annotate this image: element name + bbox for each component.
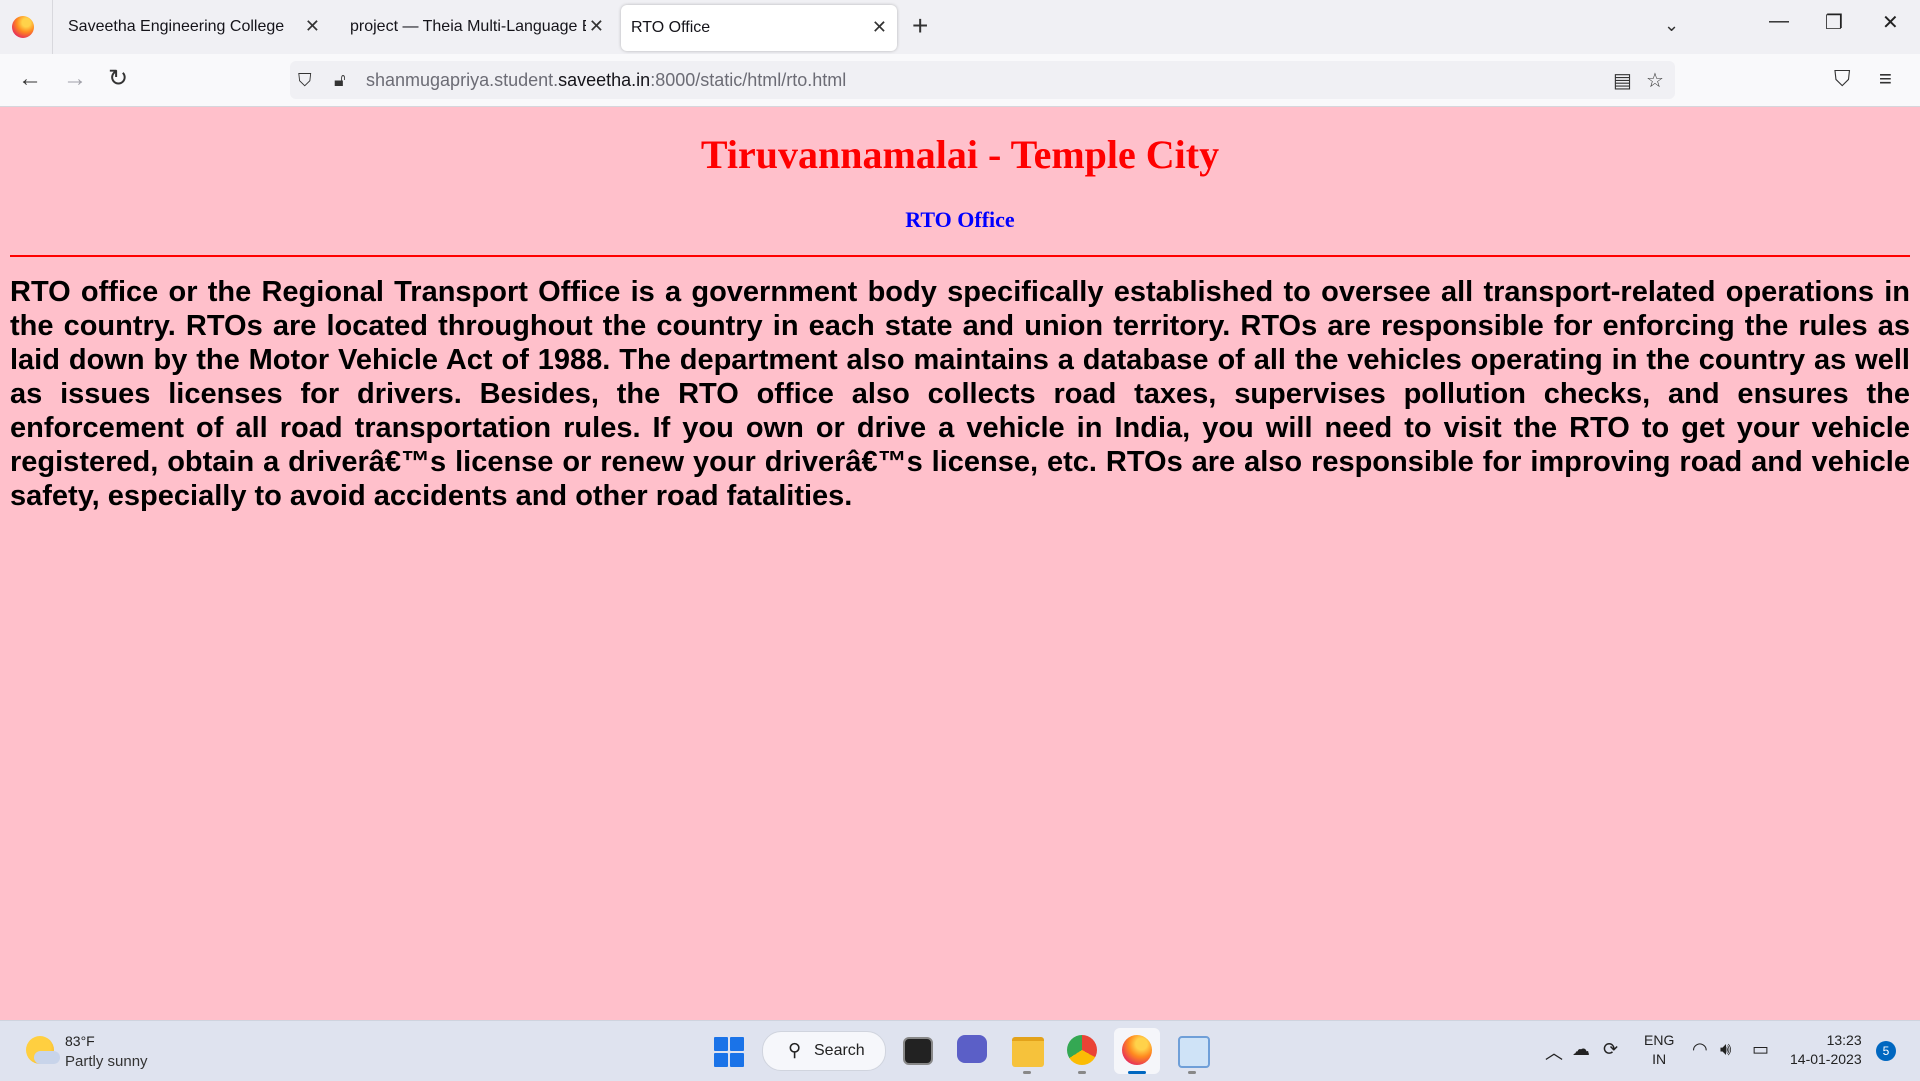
reader-view-icon[interactable]: ▤ [1613, 68, 1632, 93]
restore-button[interactable]: ❐ [1825, 10, 1843, 35]
notification-badge[interactable]: 5 [1876, 1041, 1896, 1061]
running-indicator [1078, 1071, 1086, 1074]
page-title: Tiruvannamalai - Temple City [700, 132, 1220, 177]
taskbar-search-button[interactable]: ⚲ Search [762, 1031, 886, 1071]
close-icon[interactable]: ✕ [305, 17, 320, 35]
firefox-icon[interactable] [12, 16, 34, 38]
navigation-toolbar: ← → ↻ ⛉ 🔓︎ shanmugapriya.student.saveeth… [0, 54, 1920, 107]
windows-start-icon[interactable] [714, 1037, 744, 1067]
reload-button[interactable]: ↻ [108, 67, 128, 91]
volume-icon[interactable]: 🔊︎ [1720, 1039, 1731, 1060]
clock-time: 13:23 [1826, 1032, 1862, 1048]
language-code: ENG [1644, 1032, 1675, 1048]
page-content: Tiruvannamalai - Temple City RTO Office … [0, 107, 1920, 1020]
new-tab-button[interactable]: + [912, 12, 928, 40]
input-language[interactable]: ENG IN [1644, 1031, 1674, 1069]
cloud-icon [34, 1051, 60, 1064]
tab-rto-office[interactable]: RTO Office ✕ [621, 5, 897, 51]
taskbar: 83°F Partly sunny ⚲ Search ︿ ☁ ⟳ ENG IN … [0, 1020, 1920, 1081]
clock-date: 14-01-2023 [1790, 1051, 1862, 1067]
url-host: saveetha.in [558, 70, 651, 90]
close-icon[interactable]: ✕ [589, 17, 604, 35]
search-icon: ⚲ [788, 1040, 802, 1060]
close-icon[interactable]: ✕ [872, 18, 887, 36]
wifi-icon[interactable]: ◠ [1692, 1039, 1708, 1060]
tab-label: Saveetha Engineering College [68, 18, 285, 35]
weather-temperature: 83°F [65, 1033, 95, 1049]
bookmark-star-icon[interactable]: ☆ [1646, 68, 1664, 93]
sync-icon[interactable]: ⟳ [1603, 1039, 1618, 1060]
file-explorer-icon[interactable] [1012, 1037, 1044, 1067]
tab-label: project — Theia Multi-Language Ex [350, 18, 586, 35]
teams-chat-icon[interactable] [957, 1035, 987, 1063]
pocket-icon[interactable]: ⛉ [1834, 66, 1851, 92]
url-prefix: shanmugapriya.student. [366, 70, 559, 90]
chrome-icon[interactable] [1067, 1035, 1097, 1065]
onedrive-cloud-icon[interactable]: ☁ [1572, 1039, 1590, 1060]
tab-saveetha[interactable]: Saveetha Engineering College ✕ [68, 0, 330, 54]
active-indicator [1128, 1071, 1146, 1074]
forward-button[interactable]: → [63, 67, 87, 91]
firefox-icon[interactable] [1122, 1035, 1152, 1065]
tab-bar: Saveetha Engineering College ✕ project —… [0, 0, 1920, 54]
shield-icon[interactable]: ⛉ [298, 70, 312, 91]
insecure-lock-icon[interactable]: 🔓︎ [334, 70, 346, 91]
search-label: Search [814, 1042, 865, 1059]
show-hidden-icons-chevron-up-icon[interactable]: ︿ [1545, 1039, 1563, 1065]
list-all-tabs-icon[interactable]: ⌄ [1664, 15, 1679, 36]
clock[interactable]: 13:23 14-01-2023 [1790, 1031, 1862, 1069]
body-paragraph: RTO office or the Regional Transport Off… [10, 276, 1910, 512]
running-indicator [1188, 1071, 1196, 1074]
url-text[interactable]: shanmugapriya.student.saveetha.in:8000/s… [366, 70, 846, 91]
tab-divider [52, 0, 53, 54]
tab-label: RTO Office [631, 19, 711, 36]
menu-icon[interactable]: ≡ [1879, 66, 1892, 92]
divider [10, 255, 1910, 257]
minimize-button[interactable]: — [1769, 10, 1789, 33]
page-subtitle: RTO Office [905, 207, 1015, 232]
running-indicator [1023, 1071, 1031, 1074]
battery-icon[interactable]: ▭ [1752, 1039, 1769, 1060]
tab-theia-project[interactable]: project — Theia Multi-Language Ex ✕ [350, 0, 610, 54]
weather-description: Partly sunny [65, 1053, 148, 1070]
task-view-icon[interactable] [903, 1037, 933, 1065]
url-bar[interactable]: ⛉ 🔓︎ shanmugapriya.student.saveetha.in:8… [290, 61, 1675, 99]
region-code: IN [1652, 1051, 1667, 1067]
back-button[interactable]: ← [18, 67, 42, 91]
window-close-button[interactable]: ✕ [1882, 10, 1899, 35]
url-suffix: :8000/static/html/rto.html [650, 70, 847, 90]
paint-app-icon[interactable] [1178, 1036, 1210, 1068]
